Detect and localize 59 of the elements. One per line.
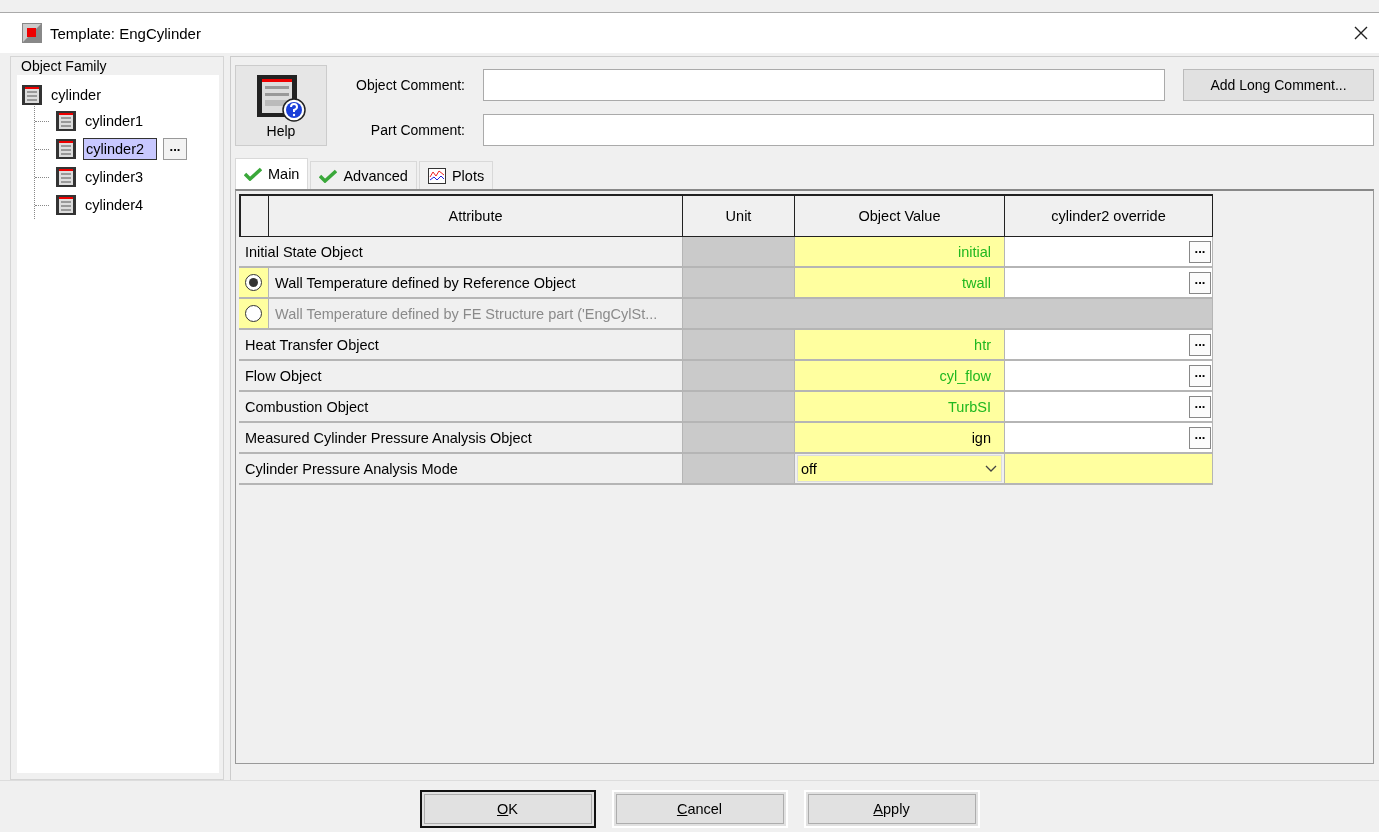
form-icon — [55, 194, 77, 216]
line-chart-icon — [427, 167, 446, 184]
ellipsis-button[interactable]: ... — [1189, 364, 1211, 387]
column-header: Unit — [683, 194, 795, 237]
part-comment-field[interactable] — [483, 113, 1374, 146]
attribute-label: Flow Object — [245, 367, 322, 384]
dialog-button[interactable]: Cancel — [611, 790, 788, 828]
value-text: htr — [974, 336, 991, 353]
tree-item[interactable]: cylinder1 — [83, 112, 146, 130]
help-button[interactable]: Help — [235, 65, 327, 146]
tab[interactable]: Plots — [418, 161, 494, 189]
form-icon — [55, 166, 77, 188]
override-cell[interactable] — [1005, 454, 1213, 485]
dialog-button[interactable]: Apply — [803, 790, 980, 828]
value-text: initial — [957, 243, 991, 260]
field-label: Object Comment: — [355, 76, 465, 93]
attribute-label: Heat Transfer Object — [245, 336, 379, 353]
value-text: twall — [962, 274, 991, 291]
form-icon — [55, 138, 77, 160]
app-icon — [22, 23, 42, 43]
value-text: TurbSI — [948, 398, 991, 415]
help-icon — [255, 72, 307, 123]
form-icon — [55, 110, 77, 132]
tree-item[interactable]: cylinder — [49, 86, 103, 104]
tree-item[interactable]: cylinder3 — [83, 168, 146, 186]
ellipsis-button[interactable]: ... — [163, 138, 188, 160]
tab[interactable]: Main — [235, 158, 309, 189]
attribute-label: Initial State Object — [245, 243, 363, 260]
radio-button[interactable] — [245, 274, 262, 291]
attribute-label: Measured Cylinder Pressure Analysis Object — [245, 429, 532, 446]
group-title: Object Family — [20, 57, 108, 74]
value-text: ign — [971, 429, 991, 446]
dropdown[interactable]: off — [797, 455, 1002, 482]
object-comment-field[interactable] — [483, 68, 1165, 101]
tree-item[interactable]: cylinder4 — [83, 196, 146, 214]
column-header: Attribute — [269, 194, 683, 237]
dialog-button[interactable]: OK — [419, 790, 596, 828]
checkmark-icon — [319, 168, 338, 183]
column-header: Object Value — [795, 194, 1005, 237]
attribute-label: Cylinder Pressure Analysis Mode — [245, 460, 458, 477]
tab[interactable]: Advanced — [310, 161, 417, 189]
attribute-label: Wall Temperature defined by FE Structure part ('EngCylSt... — [275, 305, 658, 322]
close-icon[interactable] — [1353, 25, 1369, 41]
add-long-comment-button[interactable]: Add Long Comment... — [1183, 68, 1374, 101]
chevron-down-icon — [985, 464, 997, 473]
ellipsis-button[interactable]: ... — [1189, 426, 1211, 449]
ellipsis-button[interactable]: ... — [1189, 333, 1211, 356]
value-text: cyl_flow — [939, 367, 991, 384]
attribute-label: Combustion Object — [245, 398, 369, 415]
ellipsis-button[interactable]: ... — [1189, 395, 1211, 418]
form-icon — [21, 84, 43, 106]
field-label: Part Comment: — [369, 121, 465, 138]
ellipsis-button[interactable]: ... — [1189, 240, 1211, 263]
window-title: Template: EngCylinder — [50, 24, 202, 42]
checkmark-icon — [244, 167, 262, 181]
ellipsis-button[interactable]: ... — [1189, 271, 1211, 294]
attribute-label: Wall Temperature defined by Reference Object — [275, 274, 576, 291]
tree-item[interactable]: cylinder2 — [83, 138, 158, 160]
column-header: cylinder2 override — [1005, 194, 1213, 237]
